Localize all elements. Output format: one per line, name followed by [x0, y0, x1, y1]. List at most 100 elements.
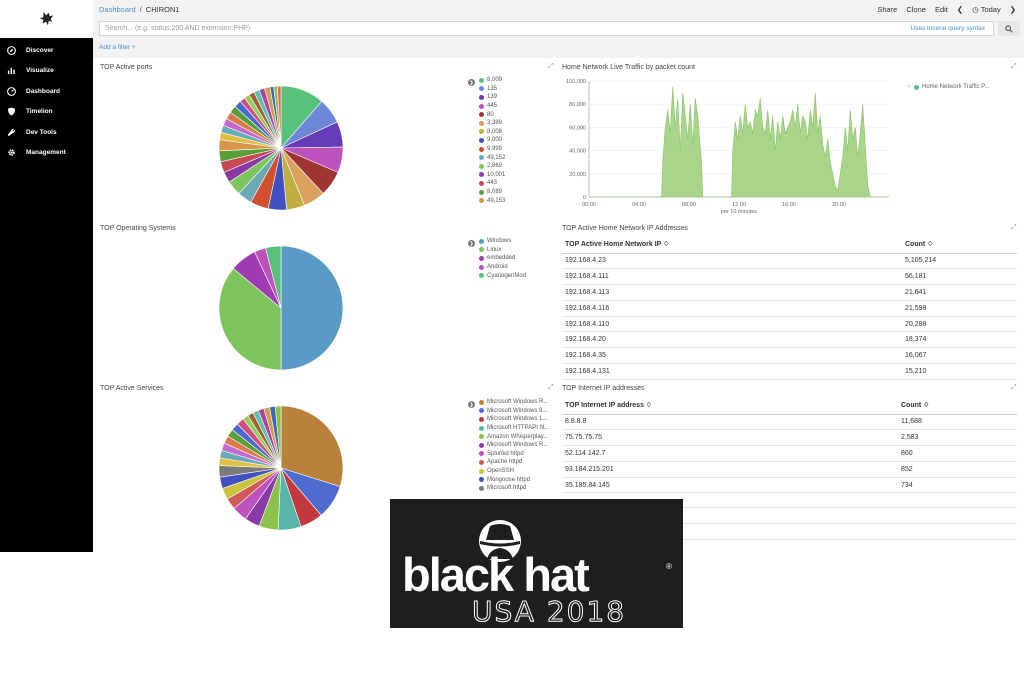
legend-toggle-icon[interactable]: ❯ [468, 401, 475, 408]
legend-item[interactable]: 135 [479, 85, 549, 94]
legend-dot [479, 86, 484, 92]
home-ips-panel-title: TOP Active Home Network IP Addresses [562, 225, 689, 232]
legend-item[interactable]: 49,152 [479, 153, 549, 162]
chevron-right-icon[interactable]: ❯ [1010, 5, 1016, 14]
search-input[interactable]: Search... (e.g. status:200 AND extension… [100, 25, 911, 32]
legend-item[interactable]: Mongoose httpd [479, 475, 557, 484]
legend-item[interactable]: 9,000 [479, 136, 549, 145]
ip-cell: 75.75.75.75 [562, 429, 898, 447]
breadcrumb-dashboard-link[interactable]: Dashboard [99, 5, 136, 14]
bar-chart-icon [7, 68, 15, 75]
legend-label: Splunkd httpd [487, 450, 524, 457]
table-row[interactable]: 192.168.4.35 16,067 [562, 347, 1017, 365]
legend-label: Microsoft Windows R... [487, 399, 549, 406]
legend-item[interactable]: 8,089 [479, 188, 549, 197]
traffic-area-chart[interactable]: 0 20,000 40,000 60,000 80,000 100,000 00:00 04:… [555, 74, 895, 218]
legend-toggle-icon[interactable]: ❯ [468, 240, 475, 247]
sidebar-item-management[interactable]: Management [0, 143, 93, 164]
count-cell: 852 [898, 461, 1017, 478]
edit-button[interactable]: Edit [935, 5, 948, 14]
table-row[interactable]: 192.168.4.111 56,181 [562, 268, 1017, 286]
services-pie-chart[interactable] [217, 404, 345, 532]
legend-item[interactable]: Windows [479, 237, 549, 246]
legend-item[interactable]: Android [479, 263, 549, 272]
legend-item[interactable]: 10,001 [479, 171, 549, 180]
traffic-legend-label[interactable]: Home Network Traffic P... [922, 84, 989, 90]
app-logo[interactable] [0, 0, 93, 38]
legend-item[interactable]: 3,389 [479, 119, 549, 128]
expand-traffic-icon[interactable]: ⤢ [1011, 63, 1017, 71]
chevron-right-icon[interactable]: › [908, 84, 910, 90]
legend-label: OpenSSH [487, 468, 515, 475]
sidebar-item-visualize[interactable]: Visualize [0, 61, 93, 82]
legend-toggle-icon[interactable]: ❯ [468, 79, 475, 86]
legend-item[interactable]: 2,869 [479, 162, 549, 171]
sidebar-item-discover[interactable]: Discover [0, 40, 93, 61]
legend-item[interactable]: 9,999 [479, 145, 549, 154]
table-row[interactable]: 192.168.4.113 21,641 [562, 284, 1017, 301]
legend-item[interactable]: 80 [479, 110, 549, 119]
os-pie-chart[interactable] [217, 244, 345, 372]
ports-pie-chart[interactable] [217, 84, 345, 212]
chevron-left-icon[interactable]: ❮ [957, 5, 963, 14]
count-cell: 20,288 [902, 316, 1017, 333]
sidebar-item-dashboard[interactable]: Dashboard [0, 81, 93, 102]
home-ip-column-header[interactable]: TOP Active Home Network IP ♢ [562, 236, 902, 254]
legend-item[interactable]: Amazon Whisperplay... [479, 432, 557, 441]
internet-ip-column-header[interactable]: TOP Internet IP address ♢ [562, 397, 898, 415]
sidebar-item-label: Visualize [26, 67, 54, 75]
clone-button[interactable]: Clone [906, 5, 926, 14]
table-row[interactable]: 192.168.4.20 18,374 [562, 331, 1017, 349]
lucene-syntax-link[interactable]: Uses lucene query syntax [911, 25, 993, 32]
table-row[interactable]: 52.114.142.7 860 [562, 445, 1017, 462]
legend-item[interactable]: embedded [479, 254, 549, 263]
table-row[interactable]: 192.168.4.110 20,288 [562, 316, 1017, 333]
time-picker-button[interactable]: ◷ Today [972, 5, 1001, 14]
table-row[interactable]: 35.185.84.145 734 [562, 477, 1017, 494]
x-tick-label: 08:00 [682, 202, 696, 208]
legend-item[interactable]: Microsoft Windows R... [479, 398, 557, 407]
legend-item[interactable]: 445 [479, 102, 549, 111]
expand-home-ips-icon[interactable]: ⤢ [1011, 224, 1017, 232]
os-pie-slice[interactable] [280, 245, 344, 371]
legend-item[interactable]: 49,153 [479, 196, 549, 205]
legend-item[interactable]: Apache httpd [479, 458, 557, 467]
legend-item[interactable]: Microsoft httpd [479, 484, 557, 493]
table-row[interactable]: 93.184.215.201 852 [562, 461, 1017, 478]
legend-item[interactable]: Microsoft Windows 1... [479, 415, 557, 424]
legend-dot [479, 77, 484, 83]
legend-item[interactable]: Linux [479, 246, 549, 255]
legend-label: 443 [487, 180, 498, 187]
sidebar-item-dev-tools[interactable]: Dev Tools [0, 122, 93, 143]
table-row[interactable]: 8.8.8.8 11,688 [562, 414, 1017, 431]
legend-item[interactable]: 139 [479, 93, 549, 102]
expand-internet-ips-icon[interactable]: ⤢ [1011, 384, 1017, 392]
legend-item[interactable]: OpenSSH [479, 467, 557, 476]
add-filter-link[interactable]: Add a filter + [99, 44, 136, 51]
legend-dot [479, 425, 484, 431]
count-column-header[interactable]: Count ♢ [902, 236, 1017, 254]
share-button[interactable]: Share [877, 5, 897, 14]
search-icon [1005, 24, 1013, 33]
table-row[interactable]: 192.168.4.131 15,210 [562, 363, 1017, 380]
expand-ports-icon[interactable]: ⤢ [548, 63, 554, 71]
table-row[interactable]: 192.168.4.23 5,105,214 [562, 253, 1017, 270]
legend-item[interactable]: Microsoft HTTPAPI ht... [479, 424, 557, 433]
legend-item[interactable]: 443 [479, 179, 549, 188]
legend-dot [479, 238, 484, 244]
sidebar-item-timelion[interactable]: Timelion [0, 102, 93, 123]
x-tick-label: 20:00 [832, 202, 846, 208]
legend-item[interactable]: 8,008 [479, 128, 549, 137]
legend-item[interactable]: CyanogenMod [479, 271, 549, 280]
expand-services-icon[interactable]: ⤢ [548, 384, 554, 392]
ip-cell: 192.168.4.113 [562, 284, 902, 301]
count-column-header[interactable]: Count ♢ [898, 397, 1017, 415]
table-row[interactable]: 75.75.75.75 2,583 [562, 429, 1017, 447]
legend-dot [479, 112, 484, 118]
legend-item[interactable]: Microsoft Windows 9... [479, 407, 557, 416]
legend-item[interactable]: Splunkd httpd [479, 450, 557, 459]
legend-item[interactable]: Microsoft Windows R... [479, 441, 557, 450]
search-button[interactable] [998, 21, 1020, 36]
table-row[interactable]: 192.168.4.116 21,598 [562, 300, 1017, 317]
legend-item[interactable]: 8,009 [479, 76, 549, 85]
